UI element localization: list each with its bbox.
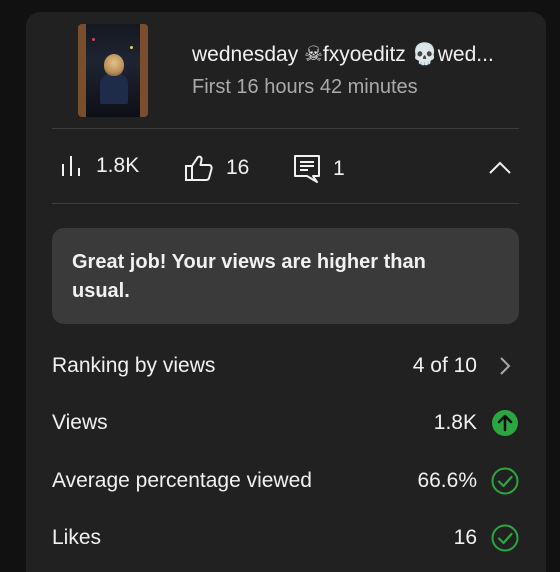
thumbnail-light: [92, 38, 95, 41]
likes-count: 16: [226, 156, 250, 179]
metric-value: 66.6%: [417, 469, 477, 492]
video-thumbnail[interactable]: [78, 24, 148, 117]
thumbnail-figure-head: [104, 54, 124, 76]
metric-label: Ranking by views: [52, 354, 216, 377]
likes-stat: 16: [184, 154, 249, 182]
chevron-right-icon: [491, 352, 519, 380]
video-timeframe: First 16 hours 42 minutes: [192, 76, 418, 98]
comments-stat: 1: [293, 154, 345, 184]
metric-row-views: Views 1.8K: [52, 403, 519, 443]
metric-row-avg-percentage: Average percentage viewed 66.6%: [52, 461, 519, 501]
views-stat: 1.8K: [60, 154, 139, 178]
check-circle-icon: [491, 524, 519, 552]
video-header[interactable]: wednesday ☠fxyoeditz 💀wed... First 16 ho…: [26, 12, 546, 128]
check-circle-icon: [491, 467, 519, 495]
thumbs-up-icon: [185, 155, 213, 181]
metric-value: 4 of 10: [412, 354, 477, 377]
arrow-up-circle-icon: [491, 409, 519, 437]
metric-label: Views: [52, 411, 108, 434]
divider: [52, 203, 519, 204]
chevron-up-icon: [489, 161, 511, 174]
metric-value: 16: [453, 526, 477, 549]
thumbnail-light: [130, 46, 133, 49]
thumbnail-figure-body: [100, 74, 128, 104]
video-title[interactable]: wednesday ☠fxyoeditz 💀wed...: [192, 42, 532, 67]
performance-callout: Great job! Your views are higher than us…: [52, 228, 519, 324]
video-analytics-card: wednesday ☠fxyoeditz 💀wed... First 16 ho…: [26, 12, 546, 572]
bar-chart-icon: [62, 156, 80, 176]
thumbnail-image: [86, 24, 140, 117]
callout-message: Great job! Your views are higher than us…: [72, 251, 426, 302]
metric-label: Likes: [52, 526, 102, 549]
metric-row-likes: Likes 16: [52, 518, 519, 558]
comments-count: 1: [333, 157, 345, 180]
metric-label: Average percentage viewed: [52, 469, 312, 492]
divider: [52, 128, 519, 129]
collapse-button[interactable]: [486, 156, 514, 180]
metric-row-ranking[interactable]: Ranking by views 4 of 10: [52, 346, 519, 386]
stats-row: 1.8K 16 1: [26, 130, 546, 204]
metric-value: 1.8K: [433, 411, 477, 434]
views-count: 1.8K: [96, 154, 140, 177]
comment-icon: [294, 155, 320, 183]
